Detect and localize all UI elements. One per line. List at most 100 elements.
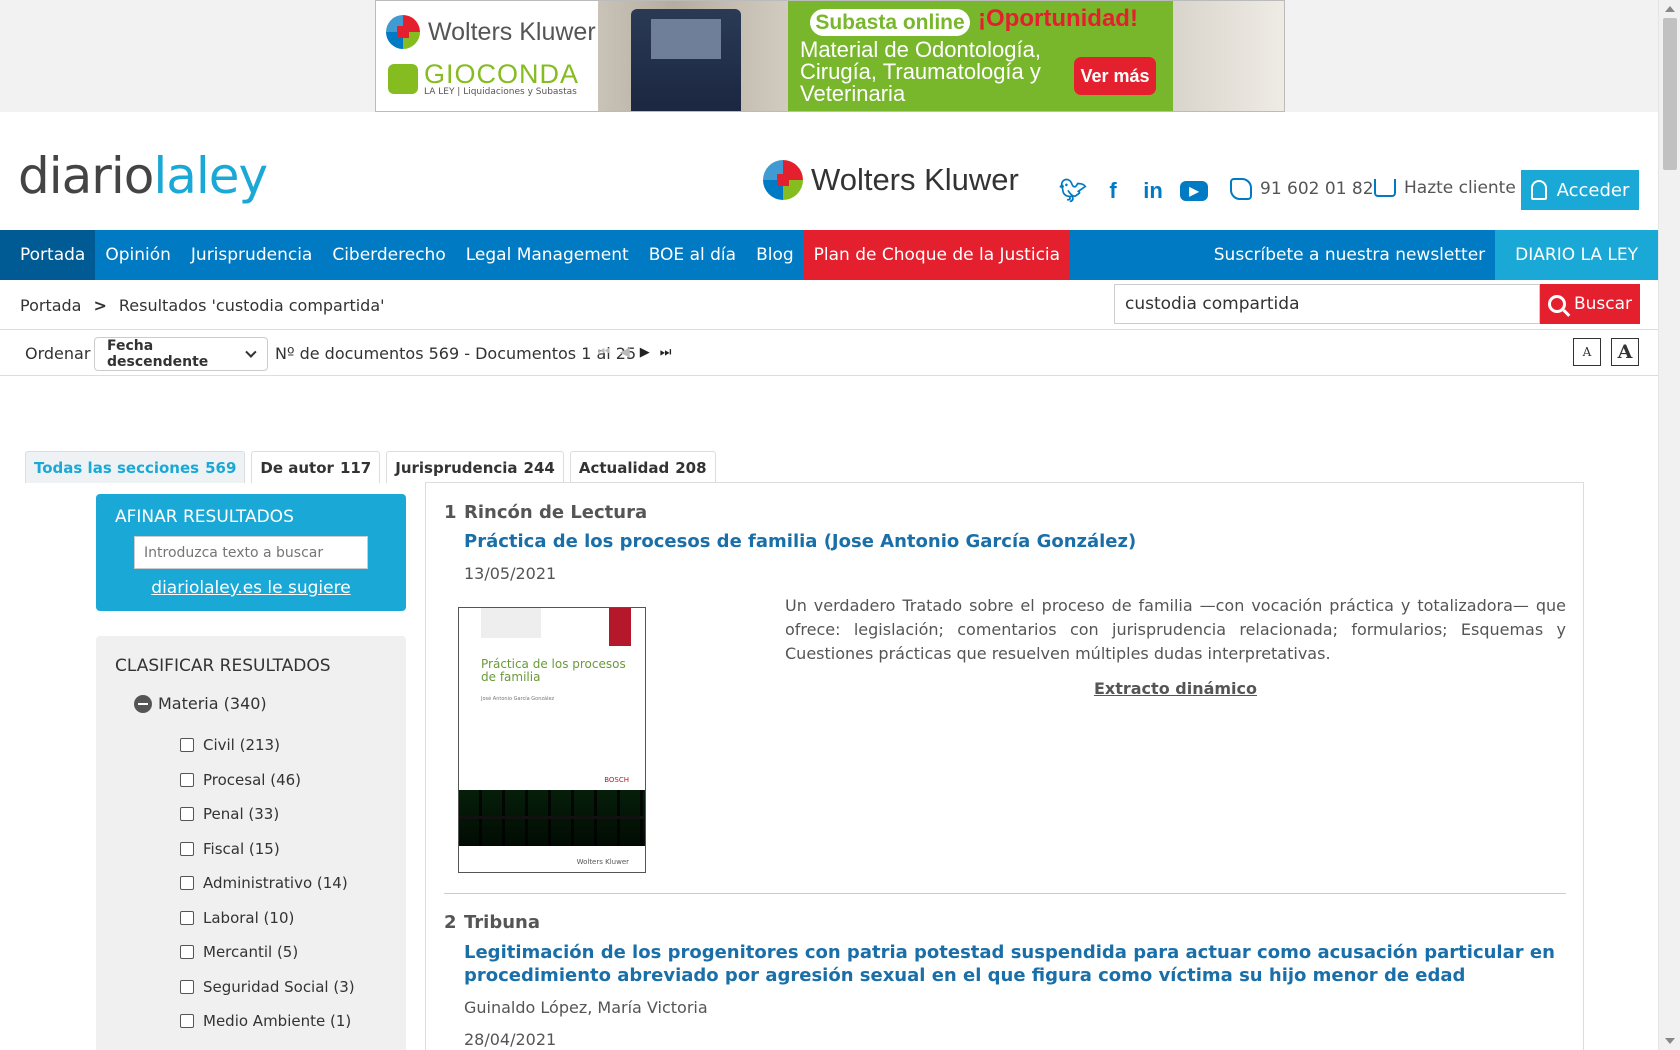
hazte-cliente-link[interactable]: Hazte cliente xyxy=(1374,178,1516,198)
ad-banner[interactable]: Wolters Kluwer GIOCONDA LA LEY | Liquida… xyxy=(375,0,1285,112)
acceder-button[interactable]: Acceder xyxy=(1521,170,1639,210)
list-item[interactable]: Medio Ambiente (1) xyxy=(180,1004,355,1039)
result-number: 2 xyxy=(444,912,457,933)
ad-photo-right xyxy=(1173,1,1284,111)
list-item[interactable]: Penal (33) xyxy=(180,797,355,832)
checkbox[interactable] xyxy=(180,945,194,960)
list-item[interactable]: Administrativo (14) xyxy=(180,866,355,901)
scroll-down-icon[interactable] xyxy=(1665,1038,1675,1044)
list-item[interactable]: Civil (213) xyxy=(180,728,355,763)
page-scrollbar[interactable] xyxy=(1658,0,1680,1050)
nav-item-legal-management[interactable]: Legal Management xyxy=(456,230,639,280)
materia-group[interactable]: Materia (340) xyxy=(134,694,267,713)
extracto-link[interactable]: Extracto dinámico xyxy=(785,679,1566,698)
list-item[interactable]: Seguridad Social (3) xyxy=(180,970,355,1005)
phone-icon xyxy=(1230,178,1252,200)
facebook-icon[interactable]: f xyxy=(1100,178,1126,204)
logo-part-a: diario xyxy=(18,147,154,205)
nav-item-plan-choque[interactable]: Plan de Choque de la Justicia xyxy=(803,230,1071,280)
sort-select[interactable]: Fecha descendente xyxy=(94,337,268,371)
nav-item-diario[interactable]: DIARIO LA LEY xyxy=(1495,230,1658,280)
category-list: Civil (213) Procesal (46) Penal (33) Fis… xyxy=(180,728,355,1039)
result-author[interactable]: Guinaldo López, María Victoria xyxy=(464,998,708,1017)
result-section[interactable]: Tribuna xyxy=(464,912,540,933)
category-label: Seguridad Social (3) xyxy=(203,977,355,996)
ad-strip: Wolters Kluwer GIOCONDA LA LEY | Liquida… xyxy=(0,0,1658,112)
search-button-label: Buscar xyxy=(1573,294,1633,314)
nav-item-ciberderecho[interactable]: Ciberderecho xyxy=(322,230,455,280)
tab-count: 244 xyxy=(523,458,555,477)
nav-item-portada[interactable]: Portada xyxy=(0,230,96,280)
list-item[interactable]: Fiscal (15) xyxy=(180,832,355,867)
tab-label: Jurisprudencia xyxy=(395,458,518,477)
checkbox[interactable] xyxy=(180,979,194,994)
font-size-small-button[interactable]: A xyxy=(1573,338,1601,366)
result-title[interactable]: Legitimación de los progenitores con pat… xyxy=(464,941,1564,987)
checkbox[interactable] xyxy=(180,738,194,753)
tab-todas[interactable]: Todas las secciones 569 xyxy=(25,451,246,483)
book-cover[interactable]: Práctica de los procesos de familia José… xyxy=(458,607,646,873)
tab-label: De autor xyxy=(260,458,334,477)
site-logo[interactable]: diariolaley xyxy=(18,147,268,205)
list-item[interactable]: Mercantil (5) xyxy=(180,935,355,970)
book-cover-art xyxy=(459,790,645,846)
clasificar-panel: CLASIFICAR RESULTADOS Materia (340) Civi… xyxy=(96,636,406,1050)
first-page-icon: ⏮ xyxy=(598,345,610,360)
checkbox[interactable] xyxy=(180,807,194,822)
tab-actualidad[interactable]: Actualidad 208 xyxy=(569,451,716,483)
checkbox[interactable] xyxy=(180,841,194,856)
ad-cta-button[interactable]: Ver más xyxy=(1074,57,1156,95)
afinar-input[interactable] xyxy=(134,536,368,569)
phone-number: 91 602 01 82 xyxy=(1260,179,1374,199)
font-size-big-button[interactable]: A xyxy=(1611,338,1639,366)
linkedin-icon[interactable]: in xyxy=(1140,178,1166,204)
list-item[interactable]: Laboral (10) xyxy=(180,901,355,936)
twitter-icon[interactable]: 🐦︎ xyxy=(1059,178,1087,204)
checkbox[interactable] xyxy=(180,772,194,787)
category-label: Laboral (10) xyxy=(203,908,295,927)
result-date: 28/04/2021 xyxy=(464,1030,557,1049)
nav-item-jurisprudencia[interactable]: Jurisprudencia xyxy=(181,230,322,280)
tab-label: Todas las secciones xyxy=(34,458,200,477)
book-publisher: BOSCH xyxy=(604,776,629,784)
gioconda-logo-icon xyxy=(388,64,418,94)
ad-wk-text: Wolters Kluwer xyxy=(428,17,596,46)
nav-item-boe[interactable]: BOE al día xyxy=(639,230,746,280)
pager: ⏮ ◀ ▶ ⏭ xyxy=(598,345,671,360)
result-number: 1 xyxy=(444,502,457,523)
checkbox[interactable] xyxy=(180,910,194,925)
scroll-up-icon[interactable] xyxy=(1665,6,1675,12)
book-tag xyxy=(609,608,631,646)
category-label: Mercantil (5) xyxy=(203,943,299,962)
breadcrumb-bar: Portada > Resultados 'custodia compartid… xyxy=(0,280,1658,330)
checkbox[interactable] xyxy=(180,1014,194,1029)
hazte-cliente-label: Hazte cliente xyxy=(1404,178,1516,198)
ad-wk-brand: Wolters Kluwer xyxy=(386,15,596,49)
ad-gioconda-brand: GIOCONDA LA LEY | Liquidaciones y Subast… xyxy=(388,61,579,97)
next-page-icon[interactable]: ▶ xyxy=(640,345,650,360)
checkbox[interactable] xyxy=(180,876,194,891)
list-item[interactable]: Procesal (46) xyxy=(180,763,355,798)
nav-item-newsletter[interactable]: Suscríbete a nuestra newsletter xyxy=(1204,230,1495,280)
breadcrumb: Portada > Resultados 'custodia compartid… xyxy=(20,296,385,315)
suggest-link[interactable]: diariolaley.es le sugiere xyxy=(96,578,406,598)
header-wk-brand[interactable]: Wolters Kluwer xyxy=(763,160,1019,200)
breadcrumb-home[interactable]: Portada xyxy=(20,296,81,315)
search-button[interactable]: Buscar xyxy=(1540,284,1640,324)
nav-item-blog[interactable]: Blog xyxy=(746,230,804,280)
result-title[interactable]: Práctica de los procesos de familia (Jos… xyxy=(464,530,1564,553)
collapse-icon[interactable] xyxy=(134,694,152,713)
nav-item-opinion[interactable]: Opinión xyxy=(95,230,181,280)
search-input[interactable] xyxy=(1114,284,1540,324)
category-label: Procesal (46) xyxy=(203,770,302,789)
result-section[interactable]: Rincón de Lectura xyxy=(464,502,647,523)
category-label: Administrativo (14) xyxy=(203,874,348,893)
scroll-thumb[interactable] xyxy=(1663,18,1677,170)
tab-de-autor[interactable]: De autor 117 xyxy=(251,451,381,483)
tab-jurisprudencia[interactable]: Jurisprudencia 244 xyxy=(386,451,564,483)
last-page-icon[interactable]: ⏭ xyxy=(660,345,672,360)
youtube-icon[interactable]: ▶ xyxy=(1180,181,1208,201)
ad-pill: Subasta online xyxy=(810,9,970,36)
phone-contact[interactable]: 91 602 01 82 xyxy=(1230,178,1374,200)
ad-body: Material de Odontología, Cirugía, Trauma… xyxy=(800,37,1041,106)
